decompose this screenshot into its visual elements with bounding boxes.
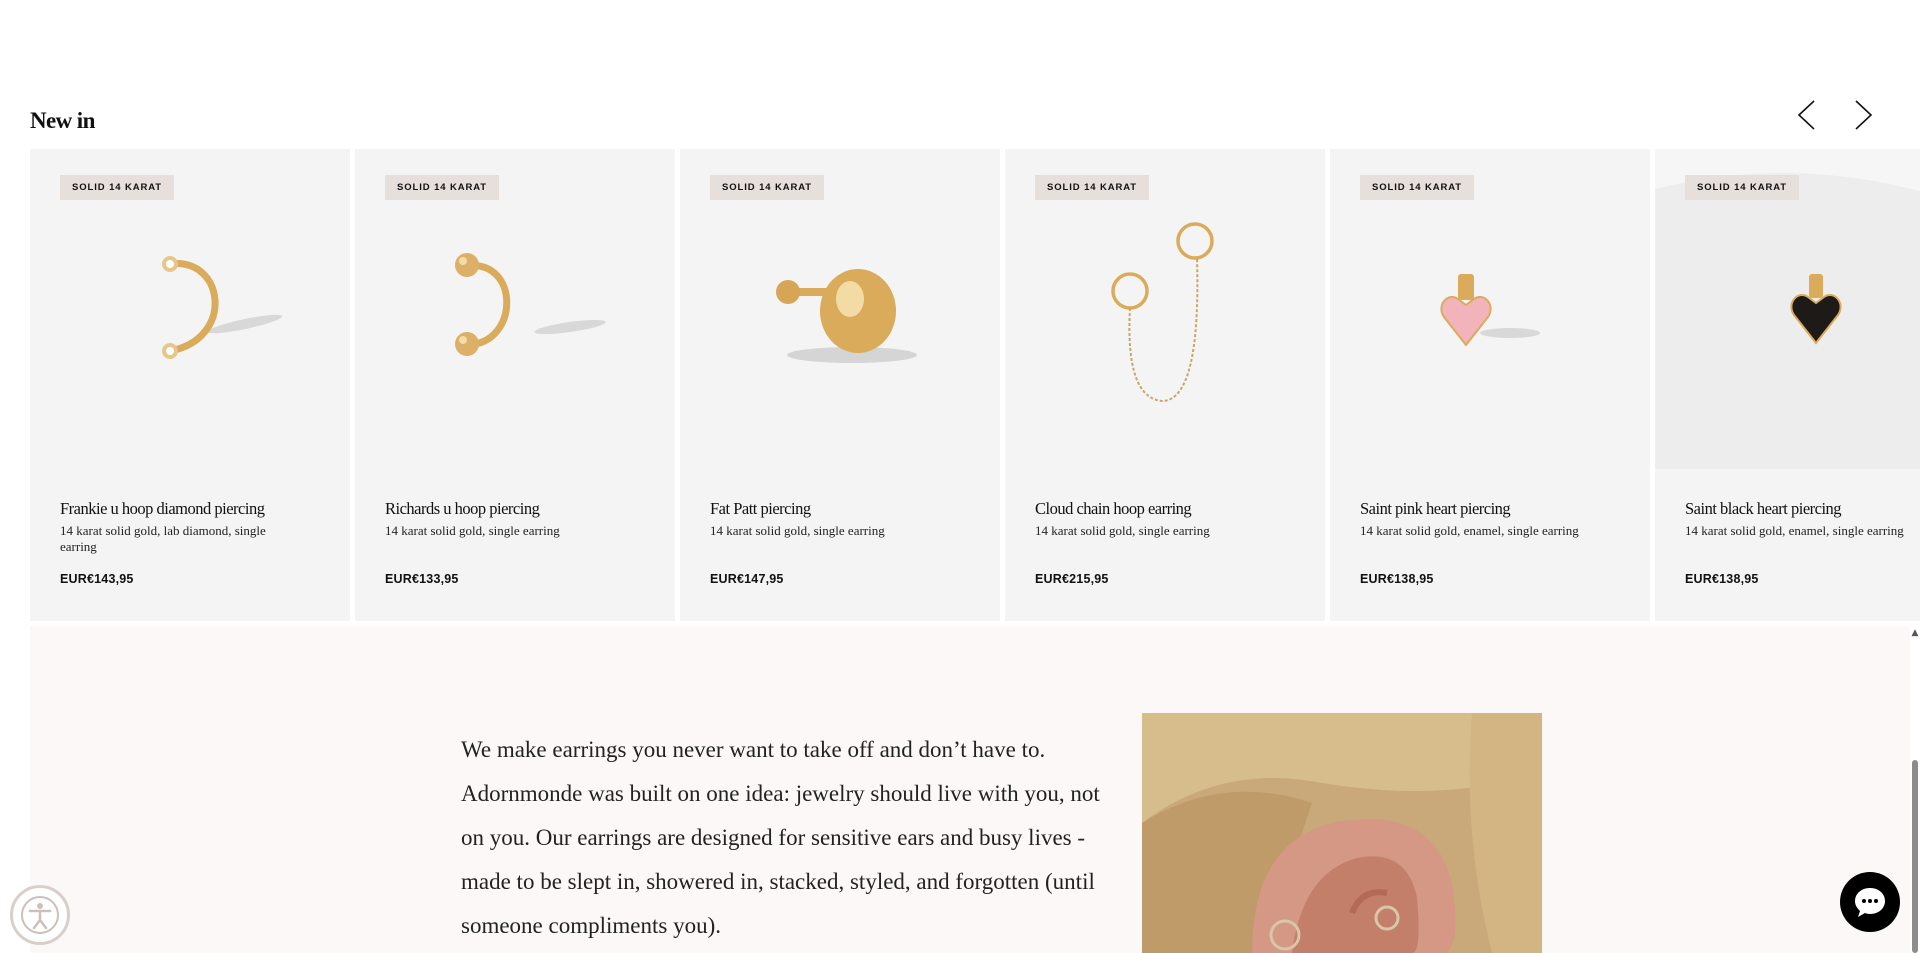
product-description: 14 karat solid gold, enamel, single earr…: [1360, 523, 1579, 538]
product-price: EUR€215,95: [1035, 572, 1109, 586]
chevron-right-icon[interactable]: [1850, 98, 1876, 132]
carousel-nav: [1794, 98, 1876, 132]
chat-bubble-icon: [1855, 888, 1885, 917]
product-badge: SOLID 14 KARAT: [1360, 175, 1475, 200]
product-price: EUR€133,95: [385, 572, 459, 586]
product-badge: SOLID 14 KARAT: [60, 175, 175, 200]
page-scrollbar[interactable]: ▲: [1910, 626, 1920, 953]
accessibility-icon: [21, 896, 59, 934]
scroll-thumb[interactable]: [1912, 760, 1918, 953]
product-card[interactable]: SOLID 14 KARAT Cloud chain hoop earring …: [1005, 149, 1325, 621]
product-name[interactable]: Saint black heart piercing: [1685, 499, 1920, 519]
chat-button[interactable]: [1840, 872, 1900, 932]
product-description: 14 karat solid gold, single earring: [1035, 523, 1210, 538]
product-name[interactable]: Cloud chain hoop earring: [1035, 499, 1300, 519]
product-card[interactable]: SOLID 14 KARAT Fat Patt piercing 14 kara…: [680, 149, 1000, 621]
chevron-left-icon[interactable]: [1794, 98, 1820, 132]
product-card[interactable]: SOLID 14 KARAT Saint pink heart piercing…: [1330, 149, 1650, 621]
section-title: New in: [30, 108, 95, 133]
product-description: 14 karat solid gold, lab diamond, single…: [60, 523, 266, 554]
product-price: EUR€138,95: [1685, 572, 1759, 586]
product-price: EUR€147,95: [710, 572, 784, 586]
scroll-up-arrow-icon[interactable]: ▲: [1910, 628, 1920, 638]
product-price: EUR€143,95: [60, 572, 134, 586]
about-text: We make earrings you never want to take …: [461, 737, 1100, 938]
product-name[interactable]: Richards u hoop piercing: [385, 499, 650, 519]
accessibility-button[interactable]: [10, 885, 70, 945]
product-price: EUR€138,95: [1360, 572, 1434, 586]
product-card[interactable]: SOLID 14 KARAT Richards u hoop piercing …: [355, 149, 675, 621]
product-badge: SOLID 14 KARAT: [385, 175, 500, 200]
ear-photo: [1142, 713, 1542, 953]
product-description: 14 karat solid gold, single earring: [710, 523, 885, 538]
about-section: We make earrings you never want to take …: [30, 626, 1910, 953]
product-name[interactable]: Fat Patt piercing: [710, 499, 975, 519]
product-badge: SOLID 14 KARAT: [710, 175, 825, 200]
product-name[interactable]: Frankie u hoop diamond piercing: [60, 499, 325, 519]
product-badge: SOLID 14 KARAT: [1685, 175, 1800, 200]
product-name[interactable]: Saint pink heart piercing: [1360, 499, 1625, 519]
product-badge: SOLID 14 KARAT: [1035, 175, 1150, 200]
product-card[interactable]: SOLID 14 KARAT Frankie u hoop diamond pi…: [30, 149, 350, 621]
section-header: New in: [30, 108, 95, 134]
carousel-track: SOLID 14 KARAT Frankie u hoop diamond pi…: [30, 149, 1920, 621]
product-description: 14 karat solid gold, enamel, single earr…: [1685, 523, 1904, 538]
product-card[interactable]: SOLID 14 KARAT Saint black heart piercin…: [1655, 149, 1920, 621]
product-carousel[interactable]: SOLID 14 KARAT Frankie u hoop diamond pi…: [30, 149, 1920, 621]
product-description: 14 karat solid gold, single earring: [385, 523, 560, 538]
